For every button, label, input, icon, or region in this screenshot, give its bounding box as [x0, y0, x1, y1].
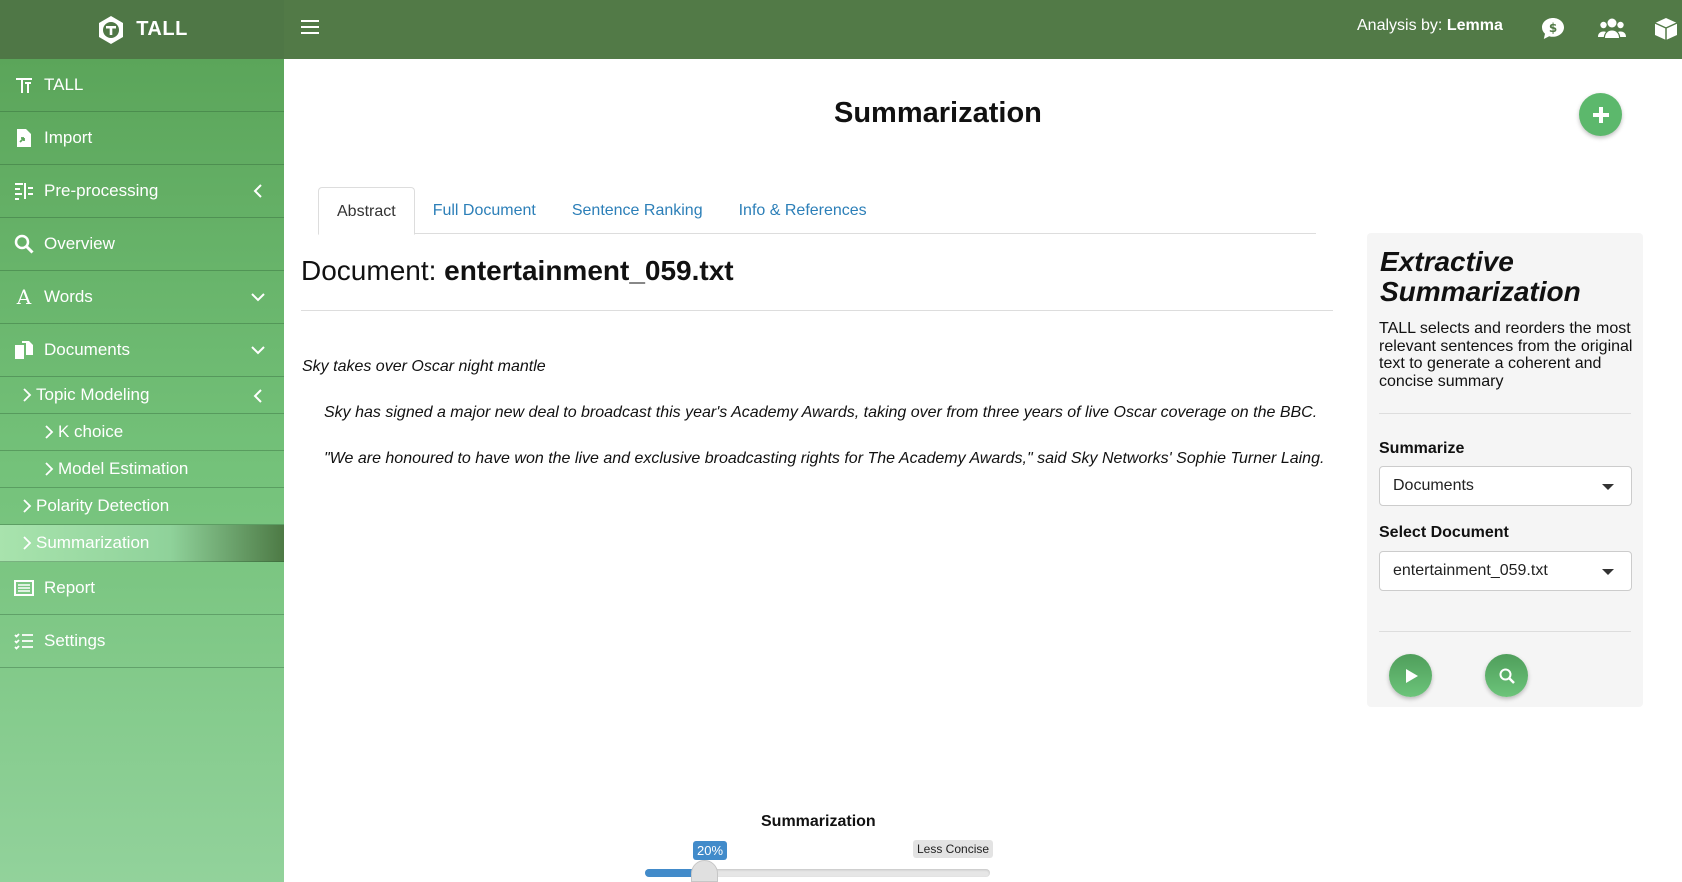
- run-button[interactable]: [1389, 654, 1432, 697]
- divider: [301, 310, 1333, 311]
- slider-title: Summarization: [761, 813, 876, 830]
- svg-text:$: $: [1549, 21, 1557, 35]
- options-panel: Extractive Summarization TALL selects an…: [1367, 233, 1643, 707]
- caret-down-icon: [1602, 484, 1614, 490]
- sidebar-item-topic-modeling[interactable]: Topic Modeling: [0, 377, 284, 414]
- app-root: TALL Analysis by: Lemma $ TALL Import Pr…: [0, 0, 1682, 882]
- divider: [1379, 413, 1631, 414]
- select-document-value: entertainment_059.txt: [1393, 562, 1548, 579]
- chevron-down-icon: [251, 293, 265, 302]
- panel-title: Extractive Summarization: [1380, 247, 1581, 307]
- sidebar-item-polarity-detection[interactable]: Polarity Detection: [0, 488, 284, 525]
- sidebar-item-label: Words: [44, 287, 93, 306]
- sidebar-item-label: Pre-processing: [44, 181, 159, 200]
- report-icon: [13, 577, 35, 599]
- analysis-by: Analysis by: Lemma: [1357, 17, 1503, 35]
- search-icon: [13, 233, 35, 255]
- sidebar-item-label: Import: [44, 128, 93, 147]
- sidebar-item-import[interactable]: Import: [0, 112, 284, 165]
- chevron-left-icon: [253, 184, 262, 198]
- sidebar-item-label: TALL: [44, 75, 84, 94]
- settings-list-icon: [13, 630, 35, 652]
- sidebar-item-label: Model Estimation: [58, 459, 189, 478]
- summary-sentence: Sky has signed a major new deal to broad…: [324, 404, 1318, 421]
- panel-title-line: Summarization: [1380, 276, 1581, 307]
- summary-sentence: Sky takes over Oscar night mantle: [302, 358, 546, 375]
- tall-logo-icon: [99, 15, 124, 44]
- caret-down-icon: [1602, 569, 1614, 575]
- add-button[interactable]: [1579, 93, 1622, 136]
- document-heading: Document: entertainment_059.txt: [301, 255, 734, 287]
- sidebar-item-k-choice[interactable]: K choice: [0, 414, 284, 451]
- chevron-left-icon: [253, 389, 262, 403]
- chevron-right-icon: [23, 499, 32, 513]
- sidebar-item-label: Settings: [44, 631, 106, 650]
- sidebar-item-report[interactable]: Report: [0, 562, 284, 615]
- chevron-right-icon: [23, 388, 32, 402]
- font-icon: A: [13, 286, 35, 308]
- tab-abstract[interactable]: Abstract: [318, 187, 415, 235]
- slider-value-badge: 20%: [693, 841, 728, 860]
- sidebar-item-model-estimation[interactable]: Model Estimation: [0, 451, 284, 488]
- sidebar-item-words[interactable]: A Words: [0, 271, 284, 324]
- chevron-down-icon: [251, 346, 265, 355]
- sidebar-item-settings[interactable]: Settings: [0, 615, 284, 668]
- search-icon: [1499, 668, 1515, 684]
- sidebar-item-label: Polarity Detection: [36, 496, 170, 515]
- divider: [1379, 631, 1631, 632]
- sidebar-item-label: Overview: [44, 234, 115, 253]
- slider-max-label: Less Concise: [913, 840, 994, 858]
- panel-description: TALL selects and reorders the most relev…: [1379, 320, 1633, 390]
- users-icon[interactable]: [1596, 13, 1628, 45]
- summarize-select[interactable]: Documents: [1379, 466, 1632, 506]
- preprocessing-icon: [13, 180, 35, 202]
- sidebar-item-tall[interactable]: TALL: [0, 59, 284, 112]
- summarize-select-value: Documents: [1393, 477, 1474, 494]
- plus-icon: [1592, 106, 1609, 123]
- tall-text-icon: [13, 74, 35, 96]
- sidebar-item-summarization[interactable]: Summarization: [0, 525, 284, 562]
- sidebar-item-label: K choice: [58, 422, 124, 441]
- slider-handle[interactable]: [690, 860, 718, 882]
- file-import-icon: [13, 127, 35, 149]
- page-title: Summarization: [834, 97, 1042, 129]
- sidebar-toggle-icon[interactable]: [298, 16, 322, 40]
- sidebar-item-label: Documents: [44, 340, 130, 359]
- documents-icon: [13, 339, 35, 361]
- play-icon: [1405, 668, 1418, 683]
- sidebar-item-label: Topic Modeling: [36, 385, 150, 404]
- chevron-right-icon: [23, 536, 32, 550]
- document-prefix: Document:: [301, 255, 445, 286]
- chevron-right-icon: [45, 462, 54, 476]
- analysis-name: Lemma: [1446, 17, 1503, 34]
- panel-title-line: Extractive: [1380, 246, 1514, 277]
- chevron-right-icon: [45, 425, 54, 439]
- sidebar-item-label: Report: [44, 578, 96, 597]
- top-bar: TALL Analysis by: Lemma $: [0, 0, 1682, 59]
- brand[interactable]: TALL: [0, 0, 284, 59]
- sidebar-item-overview[interactable]: Overview: [0, 218, 284, 271]
- sidebar-item-documents[interactable]: Documents: [0, 324, 284, 377]
- sidebar-item-pre-processing[interactable]: Pre-processing: [0, 165, 284, 218]
- tab-bar: Abstract Full Document Sentence Ranking …: [318, 187, 1316, 235]
- svg-text:A: A: [16, 287, 32, 307]
- cube-icon[interactable]: [1650, 13, 1682, 45]
- view-button[interactable]: [1485, 654, 1528, 697]
- sidebar-item-label: Summarization: [36, 533, 150, 552]
- document-name: entertainment_059.txt: [444, 255, 734, 286]
- summary-sentence: "We are honoured to have won the live an…: [324, 450, 1325, 467]
- select-document-select[interactable]: entertainment_059.txt: [1379, 551, 1632, 591]
- dollar-chat-icon[interactable]: $: [1537, 13, 1569, 45]
- tab-sentence-ranking[interactable]: Sentence Ranking: [554, 187, 721, 234]
- analysis-prefix: Analysis by:: [1357, 17, 1447, 34]
- tab-info-references[interactable]: Info & References: [721, 187, 885, 234]
- select-document-label: Select Document: [1379, 524, 1509, 541]
- summarize-label: Summarize: [1379, 440, 1465, 457]
- sidebar: TALL Import Pre-processing Overview A Wo…: [0, 59, 284, 882]
- brand-name: TALL: [136, 18, 188, 40]
- tab-full-document[interactable]: Full Document: [415, 187, 554, 234]
